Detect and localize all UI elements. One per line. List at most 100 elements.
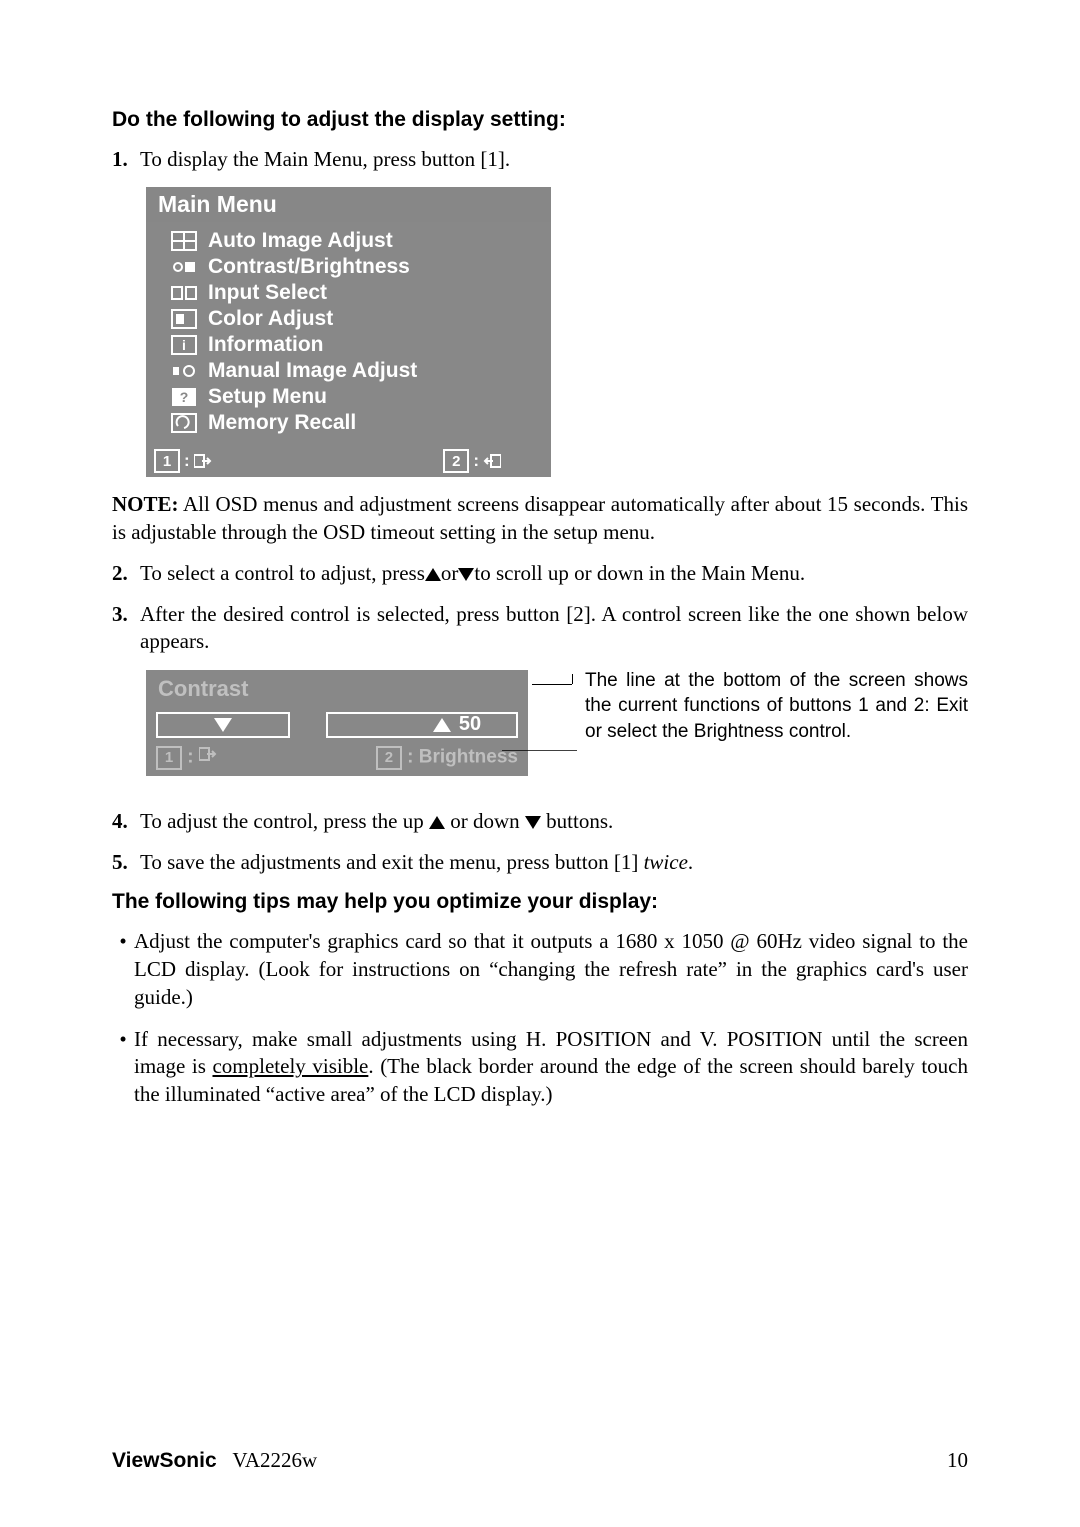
num-2-box: 2 xyxy=(376,746,402,770)
osd-foot-1: 1 : xyxy=(154,449,212,473)
color-icon xyxy=(170,309,198,329)
contrast-foot-left: 1 : xyxy=(156,746,217,770)
step-4: 4. To adjust the control, press the up o… xyxy=(112,808,968,835)
step-text: To save the adjustments and exit the men… xyxy=(140,849,968,876)
footer-page-number: 10 xyxy=(947,1448,968,1473)
num-1-box: 1 xyxy=(154,449,180,473)
colon: : xyxy=(473,451,479,471)
osd-label: Setup Menu xyxy=(208,385,327,409)
txt: buttons. xyxy=(541,809,613,833)
step-2: 2. To select a control to adjust, press o… xyxy=(112,560,968,587)
step-text: After the desired control is selected, p… xyxy=(140,601,968,656)
step-number: 5. xyxy=(112,849,140,876)
contrast-up-bar: 50 xyxy=(326,712,518,738)
step-number: 4. xyxy=(112,808,140,835)
up-triangle-icon xyxy=(433,718,451,732)
osd-label: Information xyxy=(208,333,324,357)
osd-label: Manual Image Adjust xyxy=(208,359,417,383)
osd-foot-2: 2 : xyxy=(443,449,501,473)
txt: To select a control to adjust, press xyxy=(140,561,425,585)
down-triangle-icon xyxy=(214,718,232,732)
target-icon xyxy=(170,231,198,251)
osd-item-auto-image: Auto Image Adjust xyxy=(158,228,539,254)
down-triangle-icon xyxy=(458,568,474,581)
bullet-icon: • xyxy=(112,1026,134,1109)
enter-icon xyxy=(483,453,501,469)
up-triangle-icon xyxy=(425,568,441,581)
heading-adjust: Do the following to adjust the display s… xyxy=(112,108,968,132)
step-3: 3. After the desired control is selected… xyxy=(112,601,968,656)
steps-list-a: 1. To display the Main Menu, press butto… xyxy=(112,146,968,173)
note-text: All OSD menus and adjustment screens dis… xyxy=(112,492,968,543)
up-triangle-icon xyxy=(429,816,445,829)
page-footer: ViewSonic VA2226w 10 xyxy=(112,1448,968,1473)
manual-adjust-icon xyxy=(170,361,198,381)
tip-2: • If necessary, make small adjustments u… xyxy=(112,1026,968,1109)
contrast-down-bar xyxy=(156,712,290,738)
osd-label: Auto Image Adjust xyxy=(208,229,393,253)
osd-item-info: i Information xyxy=(158,332,539,358)
bullet-icon: • xyxy=(112,928,134,1011)
num-2-box: 2 xyxy=(443,449,469,473)
tip-text: If necessary, make small adjustments usi… xyxy=(134,1026,968,1109)
txt: or down xyxy=(445,809,525,833)
step-text: To select a control to adjust, press orto… xyxy=(140,560,968,587)
txt: . xyxy=(688,850,693,874)
svg-text:?: ? xyxy=(180,389,189,405)
info-icon: i xyxy=(170,335,198,355)
osd-label: Input Select xyxy=(208,281,327,305)
twice-ital: twice xyxy=(644,850,688,874)
contrast-value: 50 xyxy=(451,713,481,736)
contrast-title: Contrast xyxy=(146,670,528,708)
footer-left: ViewSonic VA2226w xyxy=(112,1448,317,1473)
osd-item-manual: Manual Image Adjust xyxy=(158,358,539,384)
annotation-text: The line at the bottom of the screen sho… xyxy=(573,668,968,745)
osd-label: Memory Recall xyxy=(208,411,356,435)
exit-icon xyxy=(194,453,212,469)
footer-model: VA2226w xyxy=(232,1448,317,1472)
colon: : xyxy=(184,451,190,471)
txt: or xyxy=(441,561,459,585)
colon: : xyxy=(187,746,193,767)
step-number: 1. xyxy=(112,146,140,173)
osd-item-input: Input Select xyxy=(158,280,539,306)
osd-item-memory: Memory Recall xyxy=(158,410,539,436)
osd-body: Auto Image Adjust Contrast/Brightness In… xyxy=(146,222,551,442)
txt: To save the adjustments and exit the men… xyxy=(140,850,644,874)
step-number: 2. xyxy=(112,560,140,587)
osd-title: Main Menu xyxy=(146,187,551,222)
osd-label: Contrast/Brightness xyxy=(208,255,410,279)
tips-list: • Adjust the computer's graphics card so… xyxy=(112,928,968,1108)
exit-icon xyxy=(199,746,217,762)
footer-brand: ViewSonic xyxy=(112,1449,217,1472)
step-text: To display the Main Menu, press button [… xyxy=(140,146,968,173)
step-1: 1. To display the Main Menu, press butto… xyxy=(112,146,968,173)
sun-bar-icon xyxy=(170,257,198,277)
txt: to scroll up or down in the Main Menu. xyxy=(474,561,805,585)
osd-footer: 1 : 2 : xyxy=(146,442,551,477)
down-triangle-icon xyxy=(525,816,541,829)
osd-label: Color Adjust xyxy=(208,307,333,331)
heading-tips: The following tips may help you optimize… xyxy=(112,890,968,914)
step-5: 5. To save the adjustments and exit the … xyxy=(112,849,968,876)
tip-1: • Adjust the computer's graphics card so… xyxy=(112,928,968,1011)
num-1-box: 1 xyxy=(156,746,182,770)
osd-item-setup: ? Setup Menu xyxy=(158,384,539,410)
step-text: To adjust the control, press the up or d… xyxy=(140,808,968,835)
question-icon: ? xyxy=(170,387,198,407)
annotation-connector xyxy=(442,750,582,780)
steps-list-b: 2. To select a control to adjust, press o… xyxy=(112,560,968,656)
step-number: 3. xyxy=(112,601,140,656)
note-bold: NOTE: xyxy=(112,492,179,516)
contrast-slider-row: 50 xyxy=(146,708,528,746)
osd-item-contrast: Contrast/Brightness xyxy=(158,254,539,280)
svg-text:i: i xyxy=(182,337,186,353)
underlined-text: completely visible xyxy=(212,1054,368,1078)
note-paragraph: NOTE: All OSD menus and adjustment scree… xyxy=(112,491,968,546)
tip-text: Adjust the computer's graphics card so t… xyxy=(134,928,968,1011)
recall-icon xyxy=(170,413,198,433)
txt: To adjust the control, press the up xyxy=(140,809,429,833)
osd-item-color: Color Adjust xyxy=(158,306,539,332)
steps-list-c: 4. To adjust the control, press the up o… xyxy=(112,808,968,877)
input-icon xyxy=(170,283,198,303)
